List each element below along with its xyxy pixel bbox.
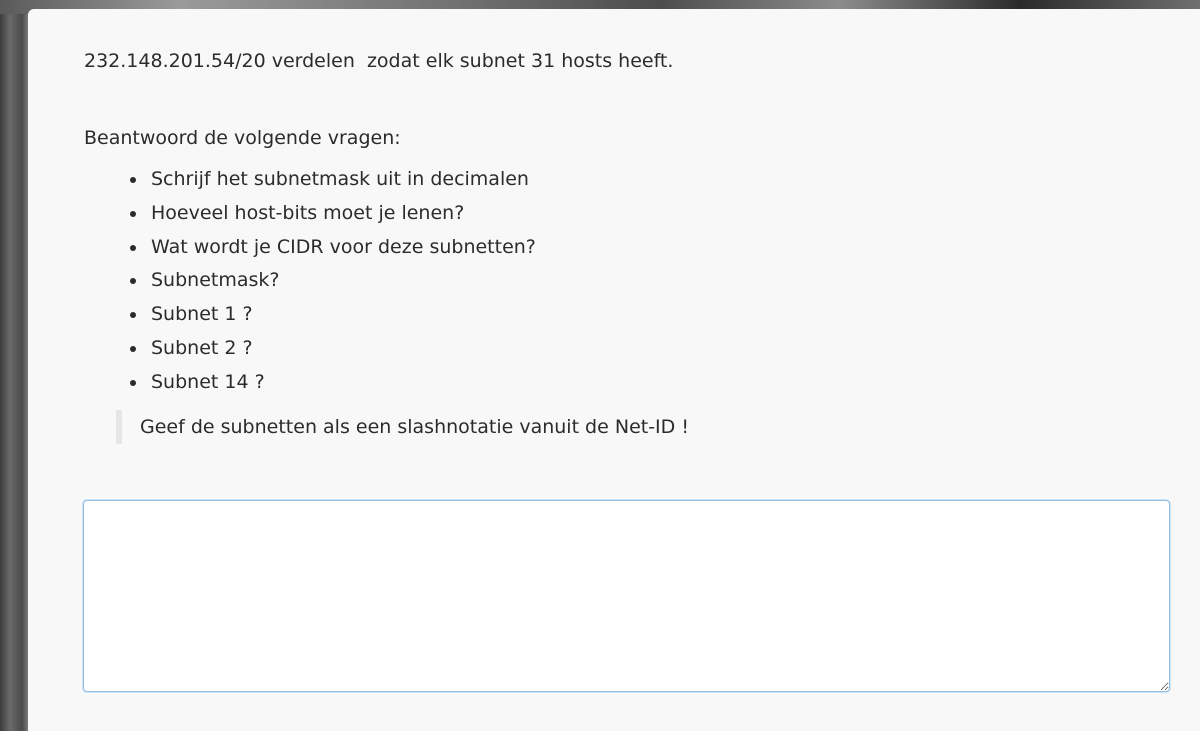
question-list: Schrijf het subnetmask uit in decimalen … (84, 165, 536, 402)
question-prompt: 232.148.201.54/20 verdelen zodat elk sub… (84, 50, 674, 72)
question-item-subnetmask: Subnetmask? (130, 266, 536, 300)
answer-textarea[interactable] (83, 500, 1170, 692)
question-item-subnet-1: Subnet 1 ? (130, 300, 536, 334)
question-item-subnet-14: Subnet 14 ? (130, 368, 536, 402)
question-intro: Beantwoord de volgende vragen: (84, 127, 401, 149)
question-item-host-bits: Hoeveel host-bits moet je lenen? (130, 199, 536, 233)
question-item-subnet-2: Subnet 2 ? (130, 334, 536, 368)
question-item-cidr: Wat wordt je CIDR voor deze subnetten? (130, 233, 536, 267)
question-item-subnetmask-decimal: Schrijf het subnetmask uit in decimalen (130, 165, 536, 199)
question-card: 232.148.201.54/20 verdelen zodat elk sub… (28, 9, 1200, 731)
note-blockquote: Geef de subnetten als een slashnotatie v… (116, 410, 689, 444)
